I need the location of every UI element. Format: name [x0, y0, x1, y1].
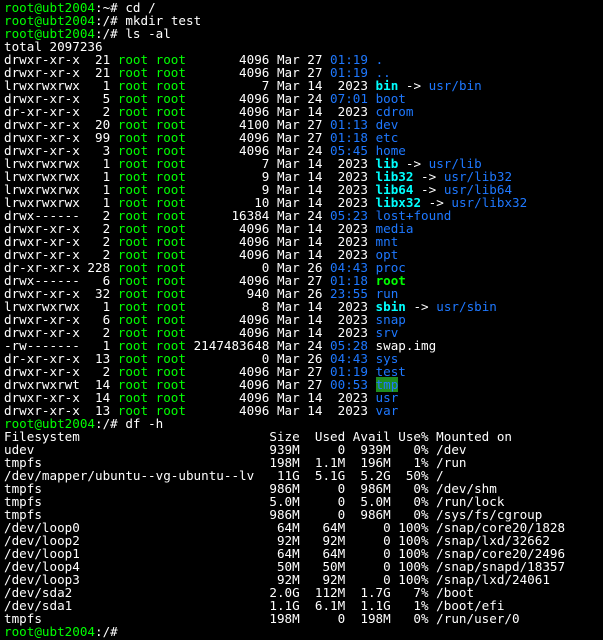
text-segment: :/# ls -al [95, 26, 171, 41]
text-segment: :/# [95, 624, 126, 639]
text-segment: 4096 Mar 14 2023 [185, 403, 376, 418]
text-dir: usr/bin [428, 78, 482, 93]
text-user: root@ubt2004 [4, 624, 95, 639]
text-dir: usr/sbin [436, 299, 497, 314]
text-dir: usr/libx32 [451, 195, 528, 210]
terminal-line: root@ubt2004:/# [4, 625, 603, 638]
text-dir: var [375, 403, 399, 418]
terminal-window[interactable]: root@ubt2004:~# cd / root@ubt2004:/# mkdi… [0, 0, 603, 640]
text-segment: -> [405, 299, 437, 314]
